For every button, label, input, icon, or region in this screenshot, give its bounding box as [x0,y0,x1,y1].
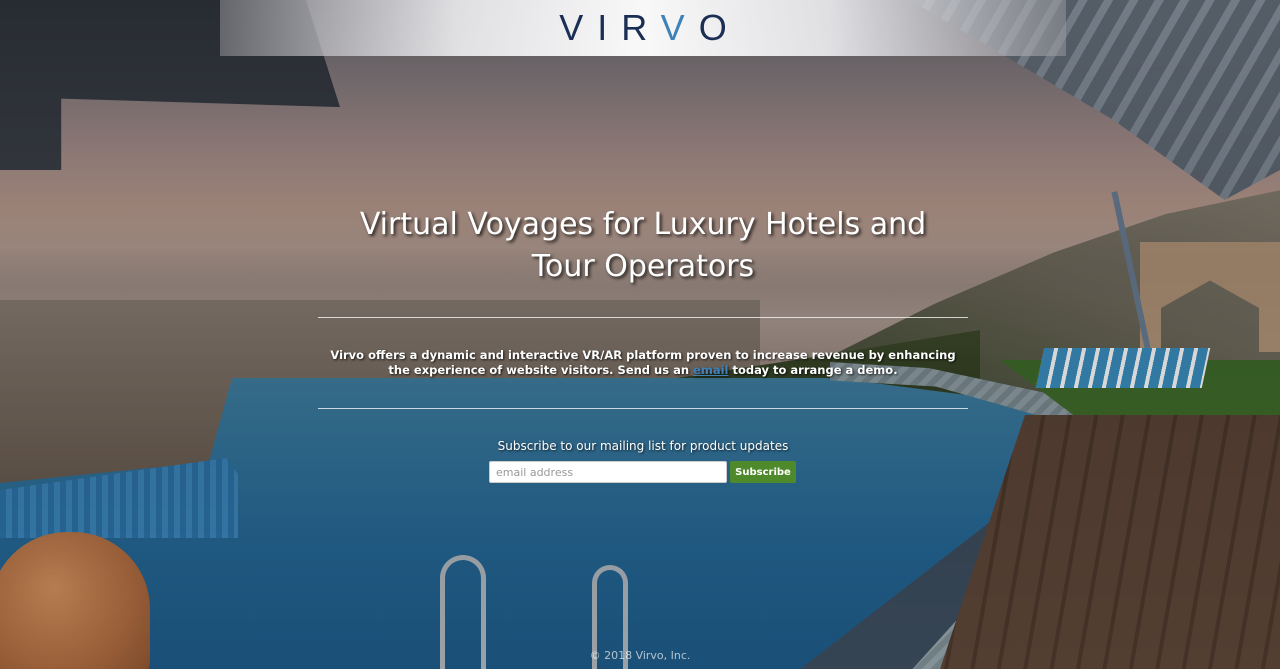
subscribe-button[interactable]: Subscribe [730,461,796,483]
email-link[interactable]: email [693,363,728,377]
logo-text-part1: VIR [559,7,661,48]
hero-background-image [0,0,1280,669]
virvo-logo[interactable]: VIRVO [545,7,740,49]
hero-description: Virvo offers a dynamic and interactive V… [330,348,956,378]
logo-text-accent: V [660,7,699,48]
dark-overlay [0,0,1280,669]
logo-text-part2: O [698,7,741,48]
footer-copyright: © 2018 Virvo, Inc. [589,649,691,662]
hero: Virtual Voyages for Luxury Hotels and To… [318,204,968,288]
page-title: Virtual Voyages for Luxury Hotels and To… [359,207,927,284]
site-header: VIRVO [220,0,1066,56]
subscribe-label: Subscribe to our mailing list for produc… [497,439,789,453]
divider-top [318,317,968,318]
email-input[interactable] [489,461,727,483]
divider-bottom [318,408,968,409]
description-text-end: today to arrange a demo. [728,363,898,377]
